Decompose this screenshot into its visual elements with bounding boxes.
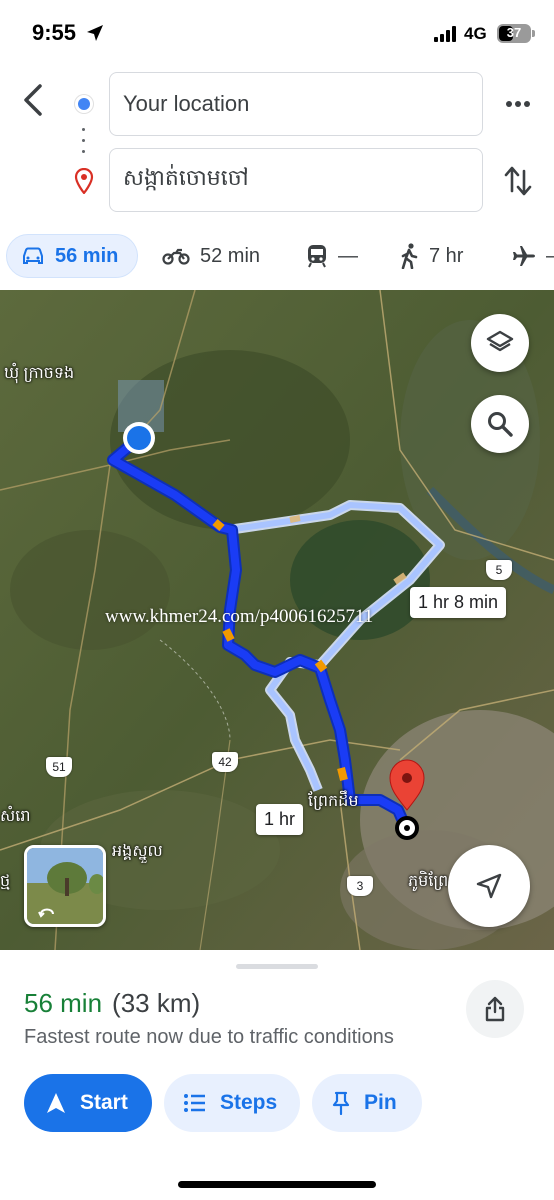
route-duration: 56 min xyxy=(24,988,103,1018)
road-shield: 51 xyxy=(46,757,72,777)
start-button[interactable]: Start xyxy=(24,1074,152,1132)
walking-icon xyxy=(401,243,418,269)
share-button[interactable] xyxy=(466,980,524,1038)
signal-icon xyxy=(434,26,456,42)
origin-field[interactable]: Your location xyxy=(109,72,483,136)
layers-button[interactable] xyxy=(471,314,529,372)
travel-modes: 56 min 52 min — 7 hr – xyxy=(0,234,554,280)
share-icon xyxy=(485,996,505,1022)
recenter-button[interactable] xyxy=(448,845,530,927)
route-summary-sheet: 56 min (33 km) Fastest route now due to t… xyxy=(0,950,554,1200)
battery-level: 37 xyxy=(506,25,522,40)
mode-walk[interactable]: 7 hr xyxy=(399,234,463,278)
alt-route-time-chip[interactable]: 1 hr 8 min xyxy=(410,587,507,618)
map-label-town-center: ព្រែកដឹម xyxy=(308,793,359,810)
destination-pin-icon xyxy=(74,168,94,194)
walk-time: 7 hr xyxy=(429,244,464,267)
navigation-icon xyxy=(47,1093,65,1113)
route-reason: Fastest route now due to traffic conditi… xyxy=(24,1026,394,1048)
steps-label: Steps xyxy=(220,1091,278,1114)
map-label-phum: ភូមិព្រែ xyxy=(408,873,449,890)
road-shield: 42 xyxy=(212,752,238,772)
watermark: www.khmer24.com/p40061625711 xyxy=(105,606,374,627)
battery-icon: 37 xyxy=(497,24,531,43)
mode-flight[interactable]: – xyxy=(512,234,554,278)
home-indicator[interactable] xyxy=(178,1181,376,1188)
road-shield: 5 xyxy=(486,560,512,580)
transit-time: — xyxy=(338,244,358,267)
map-label-district-west: សំរោ xyxy=(0,808,31,825)
train-icon xyxy=(308,245,326,268)
status-time: 9:55 xyxy=(32,20,77,45)
flight-time: – xyxy=(546,245,554,268)
car-icon xyxy=(23,247,43,264)
pin-button[interactable]: Pin xyxy=(312,1074,422,1132)
map-label-village-north: ឃុំ ក្រាចទង xyxy=(4,365,75,382)
motorcycle-icon xyxy=(162,248,190,265)
destination-field[interactable]: សង្កាត់ចោមចៅ xyxy=(109,148,483,212)
search-icon xyxy=(488,412,513,437)
drive-time: 56 min xyxy=(55,244,119,267)
back-arrow-icon[interactable] xyxy=(16,82,52,118)
origin-dot-icon xyxy=(75,95,93,113)
mode-motorcycle[interactable]: 52 min xyxy=(162,234,260,278)
street-view-image xyxy=(27,848,103,924)
list-icon xyxy=(184,1094,205,1112)
swap-icon[interactable] xyxy=(503,163,533,199)
route-connector-dots xyxy=(82,128,86,156)
layers-icon xyxy=(486,330,514,352)
mode-drive[interactable]: 56 min xyxy=(6,234,138,278)
route-summary: 56 min (33 km) xyxy=(24,988,200,1019)
network-label: 4G xyxy=(464,24,487,43)
battery-cap xyxy=(532,30,535,37)
start-label: Start xyxy=(80,1091,128,1114)
search-along-route-button[interactable] xyxy=(471,395,529,453)
steps-button[interactable]: Steps xyxy=(164,1074,300,1132)
pin-label: Pin xyxy=(364,1091,397,1114)
airplane-icon xyxy=(513,246,535,266)
map-view[interactable]: ឃុំ ក្រាចទង សំរោ អង្គស្នួល ព្រែកដឹម ភូមិ… xyxy=(0,290,554,950)
map-label-west-edge: ថ្ម xyxy=(0,873,11,890)
drag-handle[interactable] xyxy=(236,964,318,969)
navigation-arrow-icon xyxy=(476,873,502,899)
mode-transit[interactable]: — xyxy=(306,234,358,278)
more-options-icon[interactable] xyxy=(503,92,533,116)
street-view-thumbnail[interactable] xyxy=(24,845,106,927)
route-distance: (33 km) xyxy=(112,988,201,1018)
status-bar: 9:55 4G 37 xyxy=(0,0,554,68)
road-shield: 3 xyxy=(347,876,373,896)
motorcycle-time: 52 min xyxy=(200,244,261,267)
alt-route-time-chip[interactable]: 1 hr xyxy=(256,804,304,835)
location-arrow-icon xyxy=(87,25,103,41)
map-label-angkor-snuol: អង្គស្នួល xyxy=(112,843,163,860)
pin-icon xyxy=(332,1091,350,1115)
